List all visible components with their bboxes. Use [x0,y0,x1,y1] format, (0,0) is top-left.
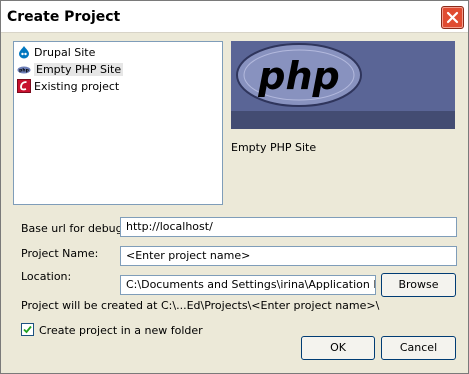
php-logo: php [236,43,362,107]
base-url-input[interactable]: http://localhost/ [120,217,457,237]
new-folder-checkbox-label: Create project in a new folder [39,324,203,337]
location-input[interactable]: C:\Documents and Settings\irina\Applicat… [120,275,376,295]
project-name-input[interactable]: <Enter project name> [120,246,457,266]
list-item-label: Drupal Site [34,45,96,59]
drupal-icon [19,46,29,59]
project-type-preview: php [231,41,455,129]
checkmark-icon [23,325,32,334]
title-bar: Create Project [1,1,468,33]
dialog-title: Create Project [7,9,121,25]
project-name-label: Project Name: [21,247,99,260]
php-icon: php [17,62,31,76]
browse-button[interactable]: Browse [381,273,456,297]
php-logo-text: php [257,54,339,98]
base-url-label: Base url for debug: [21,222,127,235]
list-item-label: Existing project [34,79,120,93]
new-folder-checkbox[interactable] [21,323,34,336]
cancel-button[interactable]: Cancel [381,336,456,360]
close-icon [446,11,459,24]
list-item-drupal-site[interactable]: Drupal Site [17,44,95,60]
ok-button[interactable]: OK [301,336,375,360]
svg-text:php: php [19,68,29,74]
close-button[interactable] [441,6,464,29]
list-item-empty-php-site[interactable]: php Empty PHP Site [17,61,124,77]
preview-band [231,111,455,129]
list-item-existing-project[interactable]: Existing project [17,78,119,94]
project-type-list[interactable]: Drupal Site php Empty PHP Site Existing … [13,41,223,205]
preview-caption: Empty PHP Site [231,141,317,154]
create-project-dialog: Create Project Drupal Site php Empty PHP… [0,0,469,374]
project-path-info: Project will be created at C:\...Ed\Proj… [21,299,380,312]
list-item-label: Empty PHP Site [34,62,124,76]
location-label: Location: [21,270,72,283]
existing-project-icon [17,79,31,93]
